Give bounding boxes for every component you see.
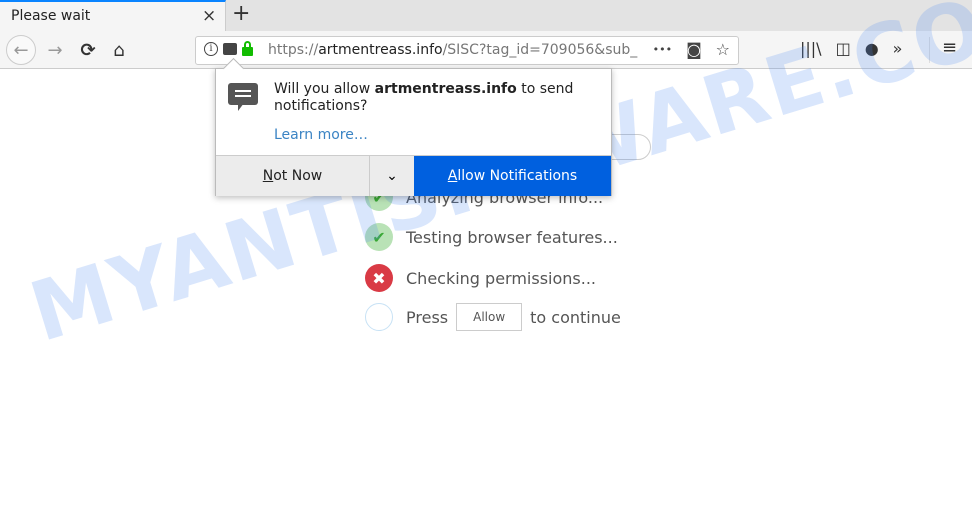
check-icon: ✔ bbox=[365, 223, 393, 251]
home-button[interactable]: ⌂ bbox=[104, 35, 134, 65]
lock-icon[interactable] bbox=[242, 41, 253, 56]
new-tab-button[interactable]: + bbox=[232, 1, 250, 26]
access-key: N bbox=[262, 168, 274, 184]
url-host: artmentreass.info bbox=[318, 42, 443, 58]
step-text: Checking permissions... bbox=[406, 268, 597, 288]
pocket-icon[interactable]: ◙ bbox=[686, 40, 702, 59]
button-label: ot Now bbox=[273, 168, 323, 184]
notification-icon bbox=[228, 83, 258, 111]
step-press: Press Allow to continue bbox=[365, 303, 621, 331]
notification-icon[interactable] bbox=[223, 43, 237, 55]
tab-bar: Please wait × + bbox=[0, 0, 972, 31]
step-text: to continue bbox=[530, 307, 621, 327]
button-label: llow Notifications bbox=[457, 168, 578, 184]
close-icon[interactable]: × bbox=[202, 6, 216, 26]
url-text[interactable]: https://artmentreass.info/SISC?tag_id=70… bbox=[268, 42, 648, 58]
url-path: /SISC?tag_id=709056&sub_ bbox=[442, 42, 638, 58]
info-icon[interactable]: i bbox=[204, 42, 218, 56]
access-key: A bbox=[447, 168, 458, 184]
toolbar-divider bbox=[929, 37, 930, 63]
allow-notifications-button[interactable]: Allow Notifications bbox=[414, 156, 611, 196]
url-bar[interactable]: i https://artmentreass.info/SISC?tag_id=… bbox=[195, 36, 739, 65]
notification-permission-popup: Will you allow artmentreass.info to send… bbox=[215, 68, 612, 196]
step-checking: ✖ Checking permissions... bbox=[365, 264, 596, 292]
forward-button[interactable]: → bbox=[40, 35, 70, 65]
overflow-icon[interactable]: » bbox=[893, 39, 903, 58]
chevron-down-icon[interactable]: ⌄ bbox=[369, 156, 414, 196]
more-actions-icon[interactable]: ••• bbox=[653, 43, 672, 59]
error-icon: ✖ bbox=[365, 264, 393, 292]
back-button[interactable]: ← bbox=[6, 35, 36, 65]
star-icon[interactable]: ☆ bbox=[716, 40, 730, 59]
account-icon[interactable]: ● bbox=[865, 39, 879, 58]
msg-prefix: Will you allow bbox=[274, 81, 375, 97]
step-text: Press bbox=[406, 307, 449, 327]
step-text: Testing browser features... bbox=[406, 227, 618, 247]
step-testing: ✔ Testing browser features... bbox=[365, 223, 618, 251]
popup-message: Will you allow artmentreass.info to send… bbox=[274, 81, 594, 115]
nav-bar: ← → ⟳ ⌂ i https://artmentreass.info/SISC… bbox=[0, 31, 972, 69]
not-now-button[interactable]: Not Now bbox=[216, 156, 369, 196]
url-scheme: https:// bbox=[268, 42, 319, 58]
reload-button[interactable]: ⟳ bbox=[73, 35, 103, 65]
learn-more-link[interactable]: Learn more… bbox=[274, 127, 368, 143]
library-icon[interactable]: |||\ bbox=[800, 39, 822, 58]
msg-host: artmentreass.info bbox=[374, 81, 517, 97]
pending-circle-icon bbox=[365, 303, 393, 331]
tab-active[interactable]: Please wait × bbox=[0, 0, 226, 31]
tab-title: Please wait bbox=[11, 8, 91, 24]
sidebar-icon[interactable]: ◫ bbox=[836, 39, 851, 58]
allow-button[interactable]: Allow bbox=[456, 303, 523, 331]
menu-icon[interactable]: ≡ bbox=[942, 37, 957, 58]
